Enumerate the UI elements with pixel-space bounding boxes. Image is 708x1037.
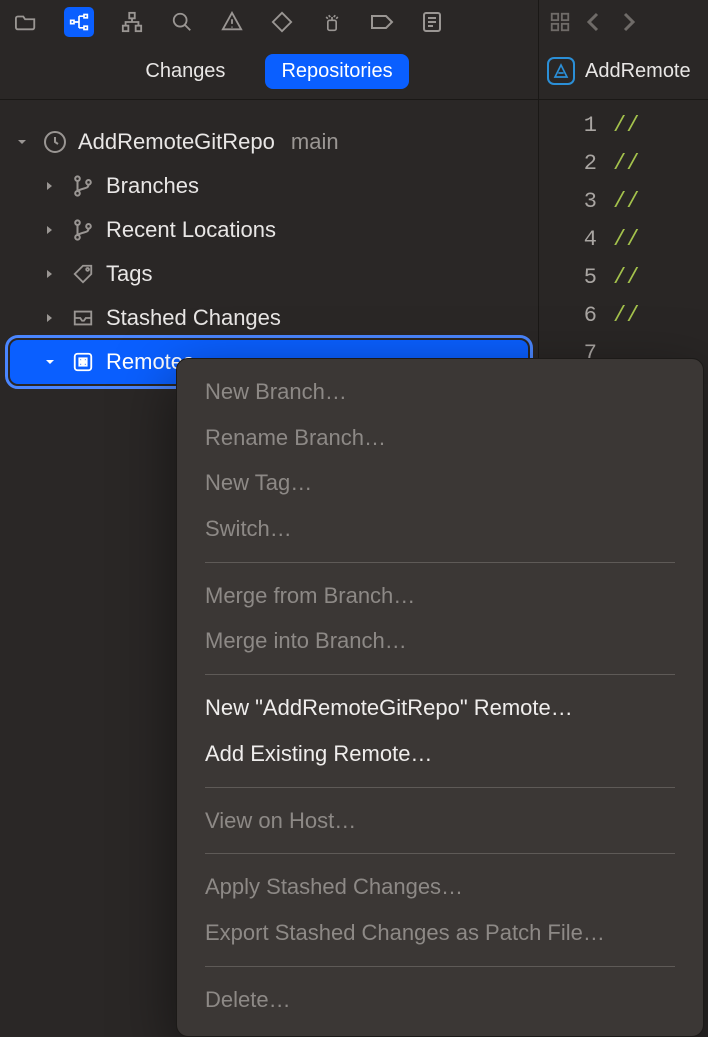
menu-view-on-host: View on Host… — [177, 798, 703, 844]
breakpoints-icon[interactable] — [370, 10, 394, 34]
chevron-down-icon — [16, 136, 32, 148]
chevron-right-icon — [44, 268, 60, 280]
menu-apply-stashed: Apply Stashed Changes… — [177, 864, 703, 910]
related-items-icon[interactable] — [549, 11, 575, 33]
branch-icon — [70, 217, 96, 243]
chevron-right-icon — [44, 312, 60, 324]
editor-line: 2// — [539, 144, 708, 182]
nav-forward-button[interactable] — [621, 11, 647, 33]
source-control-icon[interactable] — [64, 7, 94, 37]
code-editor[interactable]: 1// 2// 3// 4// 5// 6// 7 — [538, 100, 708, 384]
repo-branch: main — [291, 129, 339, 155]
sidebar-item-stashed[interactable]: Stashed Changes — [0, 296, 538, 340]
line-code: // — [613, 303, 639, 328]
editor-line: 1// — [539, 106, 708, 144]
menu-new-tag: New Tag… — [177, 460, 703, 506]
menu-merge-from: Merge from Branch… — [177, 573, 703, 619]
sidebar-item-label: Branches — [106, 173, 199, 199]
tests-icon[interactable] — [270, 10, 294, 34]
sidebar-item-label: Tags — [106, 261, 152, 287]
menu-add-existing-remote[interactable]: Add Existing Remote… — [177, 731, 703, 777]
tab-repositories[interactable]: Repositories — [265, 54, 408, 89]
reports-icon[interactable] — [420, 10, 444, 34]
editor-line: 5// — [539, 258, 708, 296]
line-code: // — [613, 265, 639, 290]
line-number: 2 — [539, 151, 613, 176]
search-icon[interactable] — [170, 10, 194, 34]
chevron-right-icon — [44, 224, 60, 236]
chevron-down-icon — [44, 356, 60, 368]
issues-icon[interactable] — [220, 10, 244, 34]
editor-line: 4// — [539, 220, 708, 258]
breadcrumb-file: AddRemote — [585, 60, 691, 83]
line-code: // — [613, 189, 639, 214]
sidebar-item-recent[interactable]: Recent Locations — [0, 208, 538, 252]
line-number: 3 — [539, 189, 613, 214]
line-number: 4 — [539, 227, 613, 252]
editor-line: 6// — [539, 296, 708, 334]
repo-root[interactable]: AddRemoteGitRepo main — [0, 120, 538, 164]
menu-rename-branch: Rename Branch… — [177, 415, 703, 461]
line-number: 5 — [539, 265, 613, 290]
line-code: // — [613, 113, 639, 138]
repositories-sidebar: AddRemoteGitRepo main Branches Recent Lo… — [0, 100, 538, 384]
line-number: 6 — [539, 303, 613, 328]
context-menu: New Branch… Rename Branch… New Tag… Swit… — [176, 358, 704, 1037]
sidebar-item-branches[interactable]: Branches — [0, 164, 538, 208]
repo-name: AddRemoteGitRepo — [78, 129, 275, 155]
tag-icon — [70, 261, 96, 287]
editor-nav — [539, 0, 708, 44]
menu-new-branch: New Branch… — [177, 369, 703, 415]
line-code: // — [613, 151, 639, 176]
source-control-tabs: Changes Repositories — [0, 44, 538, 99]
tray-icon — [70, 305, 96, 331]
chevron-right-icon — [44, 180, 60, 192]
top-bar: Changes Repositories AddRemote — [0, 0, 708, 100]
sidebar-item-tags[interactable]: Tags — [0, 252, 538, 296]
symbols-icon[interactable] — [120, 10, 144, 34]
debug-spray-icon[interactable] — [320, 10, 344, 34]
breadcrumb[interactable]: AddRemote — [539, 44, 708, 99]
sidebar-item-label: Stashed Changes — [106, 305, 281, 331]
sidebar-item-label: Recent Locations — [106, 217, 276, 243]
menu-separator — [205, 787, 675, 788]
branch-icon — [70, 173, 96, 199]
menu-separator — [205, 853, 675, 854]
line-number: 1 — [539, 113, 613, 138]
app-icon — [547, 57, 575, 85]
menu-separator — [205, 562, 675, 563]
menu-new-remote[interactable]: New "AddRemoteGitRepo" Remote… — [177, 685, 703, 731]
menu-separator — [205, 966, 675, 967]
navigator-toolbar — [0, 0, 538, 44]
folder-icon[interactable] — [14, 10, 38, 34]
remote-icon — [70, 349, 96, 375]
menu-merge-into: Merge into Branch… — [177, 618, 703, 664]
tab-changes[interactable]: Changes — [129, 54, 241, 89]
menu-separator — [205, 674, 675, 675]
clock-icon — [42, 129, 68, 155]
editor-line: 3// — [539, 182, 708, 220]
nav-back-button[interactable] — [585, 11, 611, 33]
menu-delete: Delete… — [177, 977, 703, 1023]
menu-export-stashed: Export Stashed Changes as Patch File… — [177, 910, 703, 956]
menu-switch: Switch… — [177, 506, 703, 552]
line-code: // — [613, 227, 639, 252]
